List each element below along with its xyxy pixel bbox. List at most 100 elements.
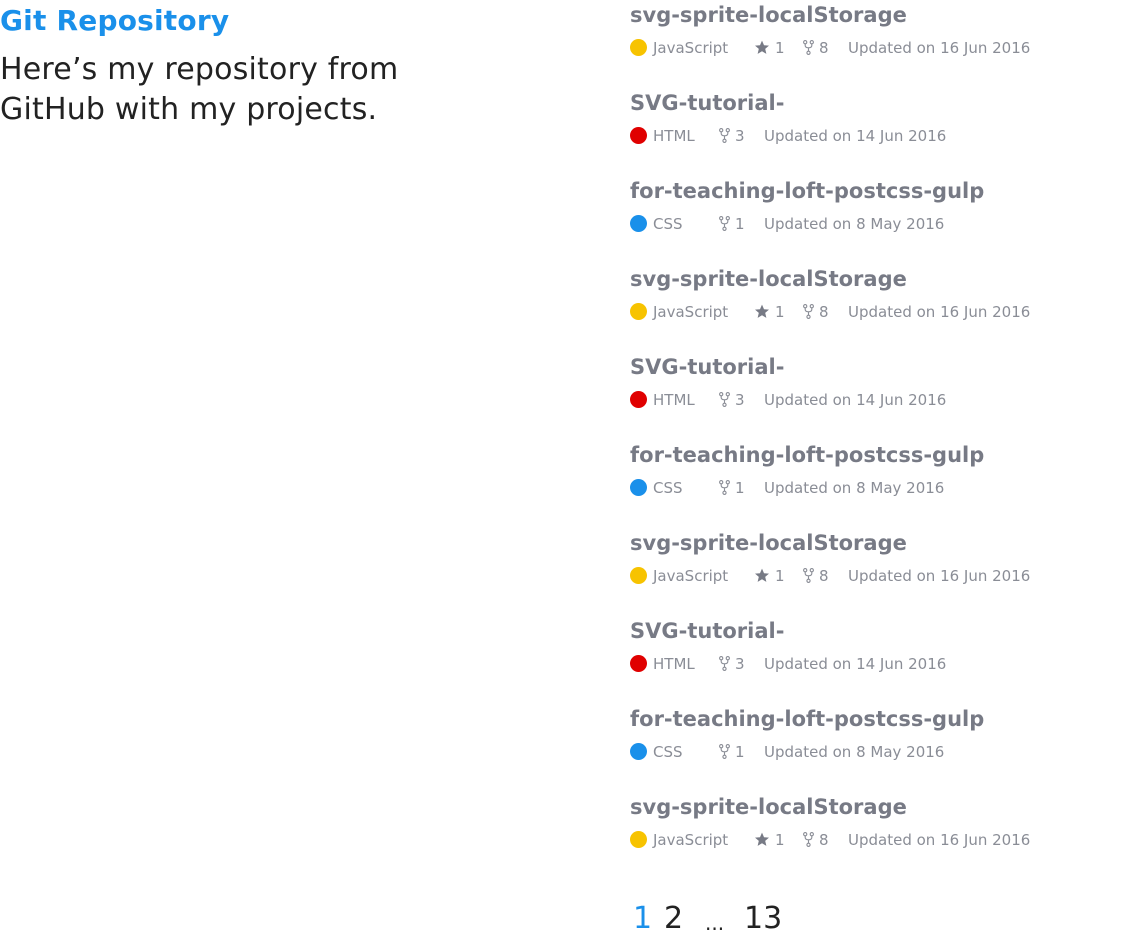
fork-count: 3 [735,127,745,145]
repo-language: CSS [630,741,683,763]
repo-item: svg-sprite-localStorage JavaScript 1 8 Updat… [630,264,1110,352]
repo-language: HTML [630,389,695,411]
intro-section: Git Repository Here’s my repository from… [0,0,480,130]
repo-item: SVG-tutorial- HTML 3 Updated on 14 Jun 2016 [630,352,1110,440]
repo-updated: Updated on 16 Jun 2016 [848,39,1031,57]
repo-name-link[interactable]: SVG-tutorial- [630,616,1110,646]
repo-forks[interactable]: 8 [803,301,829,323]
repo-forks[interactable]: 1 [719,213,745,235]
section-description: Here’s my repository from GitHub with my… [0,52,399,127]
repo-name-link[interactable]: svg-sprite-localStorage [630,264,1110,294]
repo-updated: Updated on 16 Jun 2016 [848,831,1031,849]
repo-forks[interactable]: 8 [803,829,829,851]
repo-language: JavaScript [630,565,728,587]
fork-count: 8 [819,831,829,849]
repo-name-link[interactable]: SVG-tutorial- [630,352,1110,382]
star-icon [754,567,775,585]
language-color-dot [630,303,647,320]
repo-item: SVG-tutorial- HTML 3 Updated on 14 Jun 2016 [630,88,1110,176]
language-label: JavaScript [653,39,729,57]
repo-language: CSS [630,477,683,499]
repo-updated: Updated on 8 May 2016 [764,743,945,761]
repo-stars[interactable]: 1 [754,301,785,323]
repo-item: svg-sprite-localStorage JavaScript 1 8 Updat… [630,0,1110,88]
star-icon [754,831,775,849]
fork-count: 1 [735,743,745,761]
repo-forks[interactable]: 8 [803,565,829,587]
repo-item: for-teaching-loft-postcss-gulp CSS 1 Update… [630,440,1110,528]
repo-updated: Updated on 8 May 2016 [764,479,945,497]
language-label: CSS [653,743,683,761]
repo-name-link[interactable]: svg-sprite-localStorage [630,0,1110,30]
star-icon [754,303,775,321]
star-count: 1 [775,831,785,849]
fork-icon [719,743,735,761]
language-label: HTML [653,391,695,409]
repo-item: for-teaching-loft-postcss-gulp CSS 1 Update… [630,704,1110,792]
repo-forks[interactable]: 3 [719,389,745,411]
repo-forks[interactable]: 1 [719,741,745,763]
repo-name-link[interactable]: for-teaching-loft-postcss-gulp [630,704,1110,734]
star-icon [754,39,775,57]
repo-forks[interactable]: 8 [803,37,829,59]
fork-count: 8 [819,39,829,57]
repo-updated: Updated on 16 Jun 2016 [848,303,1031,321]
fork-count: 1 [735,215,745,233]
fork-count: 8 [819,303,829,321]
repo-item: SVG-tutorial- HTML 3 Updated on 14 Jun 2016 [630,616,1110,704]
language-color-dot [630,743,647,760]
language-label: CSS [653,479,683,497]
repo-item: svg-sprite-localStorage JavaScript 1 8 Updat… [630,528,1110,616]
repo-forks[interactable]: 3 [719,653,745,675]
repo-updated: Updated on 16 Jun 2016 [848,567,1031,585]
page-link-13[interactable]: 13 [744,898,782,940]
fork-icon [803,39,819,57]
language-color-dot [630,479,647,496]
fork-icon [803,831,819,849]
repo-item: for-teaching-loft-postcss-gulp CSS 1 Update… [630,176,1110,264]
fork-icon [803,303,819,321]
repo-stars[interactable]: 1 [754,37,785,59]
language-color-dot [630,655,647,672]
repo-name-link[interactable]: svg-sprite-localStorage [630,528,1110,558]
repo-item: svg-sprite-localStorage JavaScript 1 8 Updat… [630,792,1110,880]
repo-stars[interactable]: 1 [754,829,785,851]
language-label: CSS [653,215,683,233]
repo-updated: Updated on 14 Jun 2016 [764,655,947,673]
fork-icon [719,479,735,497]
language-color-dot [630,831,647,848]
repository-list: svg-sprite-localStorage JavaScript 1 8 Updat… [630,0,1110,880]
repo-language: JavaScript [630,829,728,851]
repo-name-link[interactable]: SVG-tutorial- [630,88,1110,118]
star-count: 1 [775,567,785,585]
page-link-1[interactable]: 1 [633,898,652,940]
repo-updated: Updated on 14 Jun 2016 [764,391,947,409]
repo-stars[interactable]: 1 [754,565,785,587]
language-label: JavaScript [653,567,729,585]
repo-updated: Updated on 14 Jun 2016 [764,127,947,145]
language-label: HTML [653,127,695,145]
language-label: JavaScript [653,831,729,849]
star-count: 1 [775,303,785,321]
fork-count: 8 [819,567,829,585]
language-color-dot [630,39,647,56]
pagination-ellipsis: ... [705,911,725,935]
repo-language: CSS [630,213,683,235]
repo-name-link[interactable]: for-teaching-loft-postcss-gulp [630,176,1110,206]
repo-language: JavaScript [630,37,728,59]
repo-forks[interactable]: 3 [719,125,745,147]
fork-icon [803,567,819,585]
fork-icon [719,391,735,409]
fork-count: 3 [735,655,745,673]
repo-name-link[interactable]: svg-sprite-localStorage [630,792,1110,822]
repo-forks[interactable]: 1 [719,477,745,499]
page-link-2[interactable]: 2 [664,898,683,940]
section-title: Git Repository [0,4,230,37]
repo-name-link[interactable]: for-teaching-loft-postcss-gulp [630,440,1110,470]
repo-language: JavaScript [630,301,728,323]
star-count: 1 [775,39,785,57]
language-label: HTML [653,655,695,673]
language-label: JavaScript [653,303,729,321]
repo-updated: Updated on 8 May 2016 [764,215,945,233]
language-color-dot [630,127,647,144]
